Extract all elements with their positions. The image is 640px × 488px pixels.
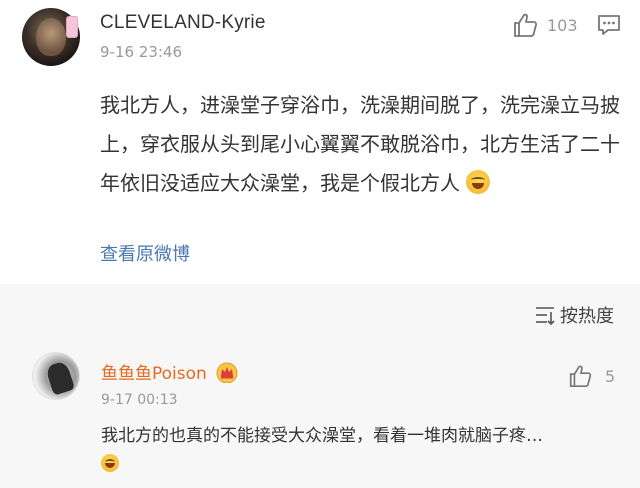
member-badge-icon	[66, 16, 78, 38]
reply-username[interactable]: 鱼鱼鱼Poison	[101, 359, 207, 384]
like-button[interactable]: 103	[511, 11, 578, 39]
reply-body: 我北方的也真的不能接受大众澡堂，看着一堆肉就脑子疼…	[101, 426, 543, 446]
thumbs-up-icon	[514, 13, 538, 37]
reply-avatar-figure	[44, 360, 76, 396]
laughing-tears-emoji-icon	[466, 170, 491, 194]
sort-label: 按热度	[560, 306, 614, 327]
like-count: 103	[547, 15, 578, 35]
reply-avatar[interactable]	[32, 352, 80, 400]
comment-body: 我北方人，进澡堂子穿浴巾，洗澡期间脱了，洗完澡立马披上，穿衣服从头到尾小心翼翼不…	[100, 93, 620, 195]
laughing-tears-emoji-icon	[101, 454, 119, 472]
reply-timestamp: 9-17 00:13	[101, 392, 178, 408]
avatar-face	[36, 18, 66, 56]
comment-timestamp: 9-16 23:46	[100, 43, 183, 61]
crown-badge-icon	[216, 362, 238, 383]
reply-like-button[interactable]: 5	[567, 363, 615, 389]
reply-username-row: 鱼鱼鱼Poison	[101, 359, 239, 384]
comment-bubble-icon[interactable]	[596, 12, 622, 38]
sort-toggle[interactable]: 按热度	[534, 302, 614, 328]
view-original-link[interactable]: 查看原微博	[100, 240, 190, 266]
sort-lines-icon	[536, 307, 555, 326]
comment-text: 我北方人，进澡堂子穿浴巾，洗澡期间脱了，洗完澡立马披上，穿衣服从头到尾小心翼翼不…	[100, 86, 620, 203]
thumbs-up-icon	[569, 365, 592, 388]
comment-username[interactable]: CLEVELAND-Kyrie	[100, 12, 266, 34]
reply-like-count: 5	[605, 366, 616, 386]
main-comment: CLEVELAND-Kyrie 9-16 23:46 103 我北方人，进澡堂子…	[0, 0, 640, 284]
reply-text: 我北方的也真的不能接受大众澡堂，看着一堆肉就脑子疼…	[101, 422, 621, 478]
